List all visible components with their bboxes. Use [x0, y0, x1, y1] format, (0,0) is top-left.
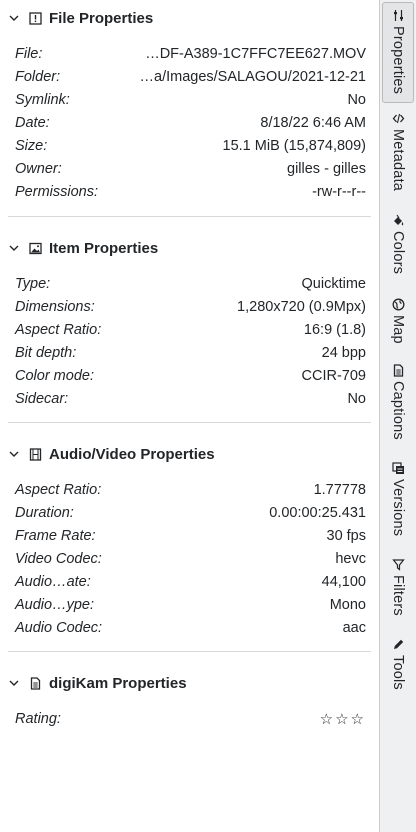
property-row-color-mode: Color mode: CCIR-709 — [15, 367, 366, 384]
tab-label: Properties — [390, 26, 406, 95]
info-icon — [29, 11, 42, 25]
property-row-type: Type: Quicktime — [15, 275, 366, 292]
section-file-properties: File Properties File: …DF-A389-1C7FFC7EE6… — [0, 0, 379, 203]
section-audio-video-properties: Audio/Video Properties Aspect Ratio: 1.77… — [0, 436, 379, 639]
chevron-down-icon — [7, 241, 21, 255]
section-divider — [8, 651, 371, 652]
tab-label: Map — [390, 315, 406, 344]
property-row-file: File: …DF-A389-1C7FFC7EE627.MOV — [15, 45, 366, 62]
property-row-sidecar: Sidecar: No — [15, 390, 366, 407]
tab-captions[interactable]: Captions — [382, 358, 414, 452]
versions-icon — [391, 461, 405, 475]
chevron-down-icon — [7, 676, 21, 690]
property-row-folder: Folder: …a/Images/SALAGOU/2021-12-21 — [15, 68, 366, 85]
tab-colors[interactable]: Colors — [382, 208, 414, 288]
tab-label: Metadata — [390, 129, 406, 192]
property-row-audio-rate: Audio…ate: 44,100 — [15, 573, 366, 590]
film-icon — [29, 447, 42, 461]
property-row-size: Size: 15.1 MiB (15,874,809) — [15, 137, 366, 154]
property-row-dimensions: Dimensions: 1,280x720 (0.9Mpx) — [15, 298, 366, 315]
section-header-file-properties[interactable]: File Properties — [0, 0, 379, 36]
tab-label: Filters — [390, 575, 406, 616]
tab-label: Colors — [390, 231, 406, 275]
section-title: Audio/Video Properties — [49, 445, 215, 463]
property-row-duration: Duration: 0.00:00:25.431 — [15, 504, 366, 521]
tab-tools[interactable]: Tools — [382, 632, 414, 698]
property-row-audio-codec: Audio Codec: aac — [15, 619, 366, 636]
globe-icon — [391, 297, 405, 311]
section-title: File Properties — [49, 9, 154, 27]
section-item-properties: Item Properties Type: Quicktime Dimension… — [0, 230, 379, 410]
property-row-aspect-ratio: Aspect Ratio: 1.77778 — [15, 481, 366, 498]
chevron-down-icon — [7, 11, 21, 25]
property-row-owner: Owner: gilles - gilles — [15, 160, 366, 177]
section-digikam-properties: digiKam Properties Rating: ☆☆☆ — [0, 665, 379, 730]
property-row-permissions: Permissions: -rw-r--r-- — [15, 183, 366, 200]
properties-panel: File Properties File: …DF-A389-1C7FFC7EE6… — [0, 0, 380, 832]
section-divider — [8, 216, 371, 217]
property-row-symlink: Symlink: No — [15, 91, 366, 108]
tab-label: Captions — [390, 381, 406, 440]
sliders-icon — [391, 8, 405, 22]
property-row-audio-type: Audio…ype: Mono — [15, 596, 366, 613]
document-icon — [29, 676, 42, 690]
section-title: Item Properties — [49, 239, 159, 257]
tab-properties[interactable]: Properties — [382, 2, 414, 103]
property-row-rating: Rating: ☆☆☆ — [15, 710, 366, 728]
document-icon — [391, 363, 405, 377]
tab-label: Versions — [390, 479, 406, 537]
property-row-video-codec: Video Codec: hevc — [15, 550, 366, 567]
section-header-digikam-properties[interactable]: digiKam Properties — [0, 665, 379, 701]
pencil-icon — [391, 637, 405, 651]
tab-filters[interactable]: Filters — [382, 552, 414, 628]
tab-label: Tools — [390, 655, 406, 690]
section-header-item-properties[interactable]: Item Properties — [0, 230, 379, 266]
property-row-bit-depth: Bit depth: 24 bpp — [15, 344, 366, 361]
section-divider — [8, 422, 371, 423]
filter-icon — [391, 557, 405, 571]
paint-bucket-icon — [391, 213, 405, 227]
code-icon — [391, 111, 405, 125]
tab-map[interactable]: Map — [382, 292, 414, 354]
rating-stars[interactable]: ☆☆☆ — [320, 710, 366, 728]
tab-versions[interactable]: Versions — [382, 456, 414, 548]
property-row-date: Date: 8/18/22 6:46 AM — [15, 114, 366, 131]
property-row-aspect-ratio: Aspect Ratio: 16:9 (1.8) — [15, 321, 366, 338]
sidebar-tab-bar: Properties Metadata Colors Map Captions … — [380, 0, 416, 832]
section-title: digiKam Properties — [49, 674, 187, 692]
tab-metadata[interactable]: Metadata — [382, 106, 414, 204]
chevron-down-icon — [7, 447, 21, 461]
section-header-audio-video-properties[interactable]: Audio/Video Properties — [0, 436, 379, 472]
image-icon — [29, 242, 42, 255]
property-row-frame-rate: Frame Rate: 30 fps — [15, 527, 366, 544]
